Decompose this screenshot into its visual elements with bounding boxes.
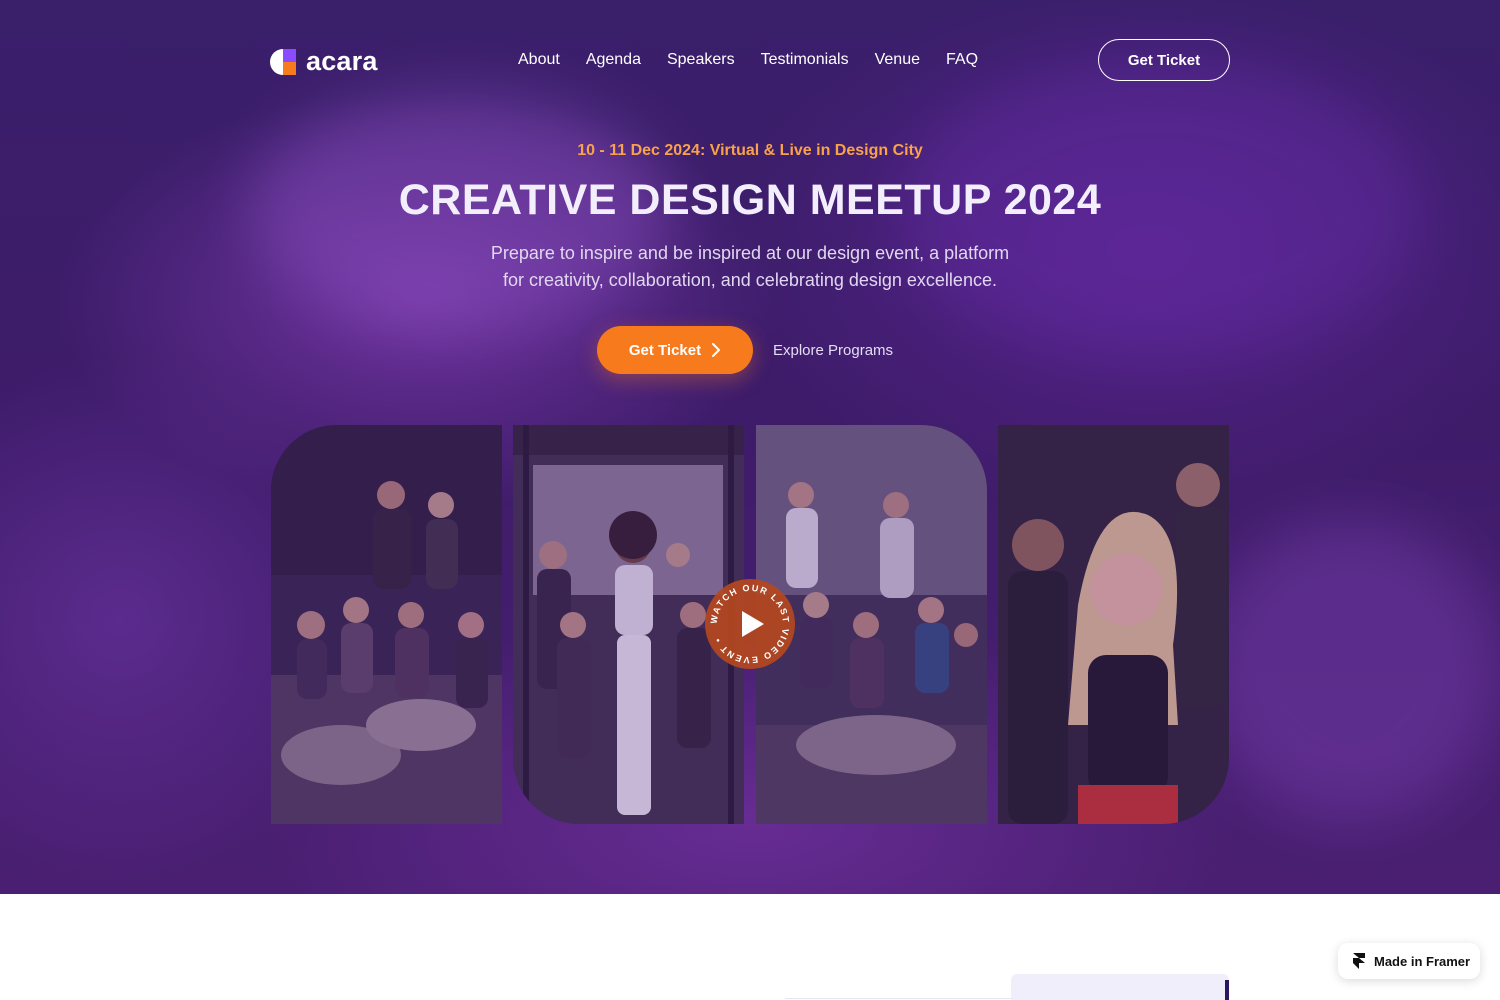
explore-programs-link[interactable]: Explore Programs bbox=[773, 342, 893, 359]
hero-cta-row: Get Ticket Explore Programs bbox=[597, 326, 893, 374]
next-section-card-edge bbox=[1225, 980, 1229, 1000]
event-date-location: 10 - 11 Dec 2024: Virtual & Live in Desi… bbox=[577, 142, 923, 159]
brand-name: acara bbox=[306, 46, 378, 76]
nav-get-ticket-button[interactable]: Get Ticket bbox=[1098, 39, 1230, 81]
chevron-right-icon bbox=[712, 343, 721, 357]
hero-section: acara About Agenda Speakers Testimonials… bbox=[0, 0, 1500, 894]
hero-description-line: for creativity, collaboration, and celeb… bbox=[503, 270, 997, 290]
get-ticket-button[interactable]: Get Ticket bbox=[597, 326, 753, 374]
hero-description: Prepare to inspire and be inspired at ou… bbox=[450, 240, 1050, 294]
framer-icon bbox=[1353, 953, 1365, 969]
nav-item-venue[interactable]: Venue bbox=[875, 50, 920, 70]
nav-item-faq[interactable]: FAQ bbox=[946, 50, 978, 70]
video-badge-ring: WATCH OUR LAST VIDEO EVENT • bbox=[709, 583, 790, 665]
event-photo-1 bbox=[271, 425, 502, 824]
acara-logo-icon bbox=[270, 48, 296, 75]
next-section-card bbox=[1011, 974, 1229, 1000]
nav-item-agenda[interactable]: Agenda bbox=[586, 50, 641, 70]
hero-description-line: Prepare to inspire and be inspired at ou… bbox=[490, 243, 1010, 263]
framer-badge-label: Made in Framer bbox=[1374, 953, 1471, 969]
event-photo-4 bbox=[998, 425, 1229, 824]
brand-logo[interactable]: acara bbox=[270, 46, 378, 77]
nav-item-testimonials[interactable]: Testimonials bbox=[761, 50, 849, 70]
nav-item-speakers[interactable]: Speakers bbox=[667, 50, 735, 70]
play-icon bbox=[742, 611, 764, 637]
made-in-framer-badge[interactable]: Made in Framer bbox=[1338, 943, 1480, 979]
main-nav: About Agenda Speakers Testimonials Venue… bbox=[518, 50, 978, 70]
background-smoke bbox=[1200, 520, 1500, 820]
page-title: CREATIVE DESIGN MEETUP 2024 bbox=[398, 176, 1102, 224]
watch-video-button[interactable]: WATCH OUR LAST VIDEO EVENT • bbox=[705, 579, 795, 669]
get-ticket-label: Get Ticket bbox=[628, 341, 702, 359]
section-divider bbox=[785, 998, 1011, 999]
nav-item-about[interactable]: About bbox=[518, 50, 560, 70]
